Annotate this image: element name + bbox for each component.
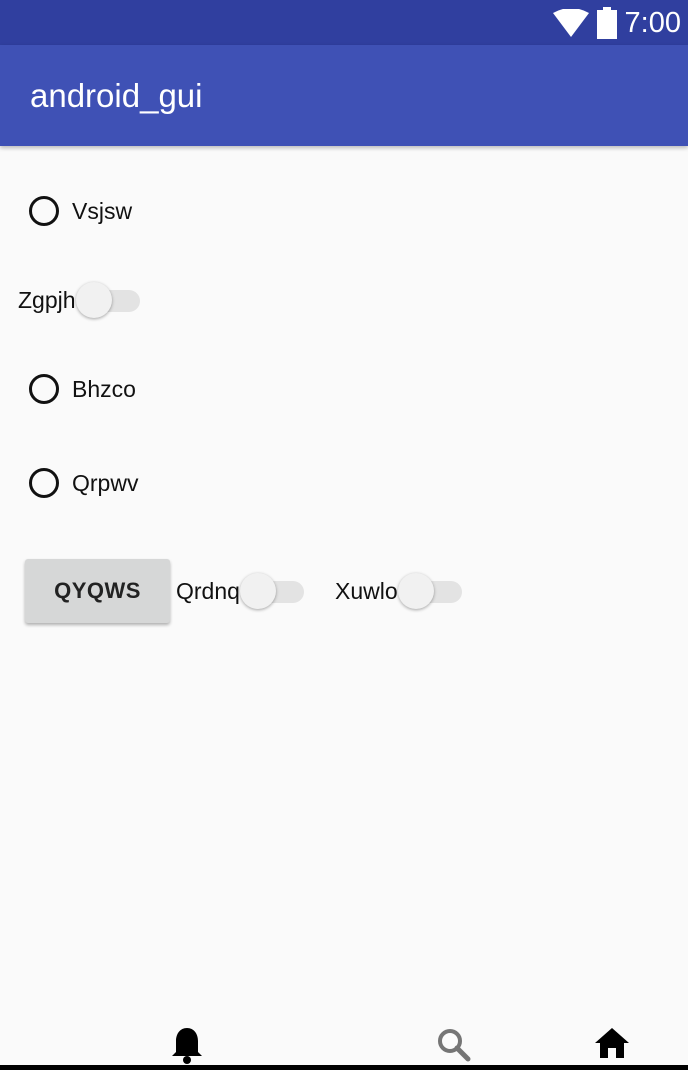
- switch-xuwlo[interactable]: Xuwlo: [335, 571, 462, 611]
- radio-bhzco[interactable]: Bhzco: [29, 374, 136, 404]
- search-icon[interactable]: [436, 1027, 472, 1068]
- switch-toggle[interactable]: [239, 571, 304, 611]
- bell-icon[interactable]: [171, 1026, 203, 1069]
- wifi-icon: [553, 8, 589, 42]
- radio-label: Bhzco: [72, 375, 136, 402]
- radio-circle[interactable]: [29, 468, 59, 498]
- status-time: 7:00: [624, 7, 681, 39]
- app-bar: android_gui: [0, 45, 688, 146]
- switch-toggle[interactable]: [397, 571, 462, 611]
- app-title: android_gui: [30, 77, 203, 114]
- switch-label: Qrdnq: [176, 577, 240, 604]
- battery-icon: [597, 7, 617, 44]
- switch-zgpjh[interactable]: Zgpjh: [18, 280, 140, 320]
- radio-label: Vsjsw: [72, 197, 133, 224]
- radio-vsjsw[interactable]: Vsjsw: [29, 196, 132, 226]
- switch-qrdnq[interactable]: Qrdnq: [176, 571, 304, 611]
- home-icon[interactable]: [594, 1027, 630, 1064]
- switch-thumb[interactable]: [75, 282, 112, 318]
- switch-label: Xuwlo: [335, 577, 398, 604]
- radio-qrpwv[interactable]: Qrpwv: [29, 468, 138, 498]
- switch-thumb[interactable]: [397, 573, 434, 609]
- switch-thumb[interactable]: [239, 573, 276, 609]
- switch-toggle[interactable]: [75, 280, 140, 320]
- qyqws-button[interactable]: QYQWS: [25, 559, 170, 623]
- status-bar: 7:00: [0, 0, 688, 45]
- switch-label: Zgpjh: [18, 286, 76, 313]
- radio-circle[interactable]: [29, 374, 59, 404]
- radio-circle[interactable]: [29, 196, 59, 226]
- bottom-navigation: [0, 1005, 688, 1070]
- radio-label: Qrpwv: [72, 469, 139, 496]
